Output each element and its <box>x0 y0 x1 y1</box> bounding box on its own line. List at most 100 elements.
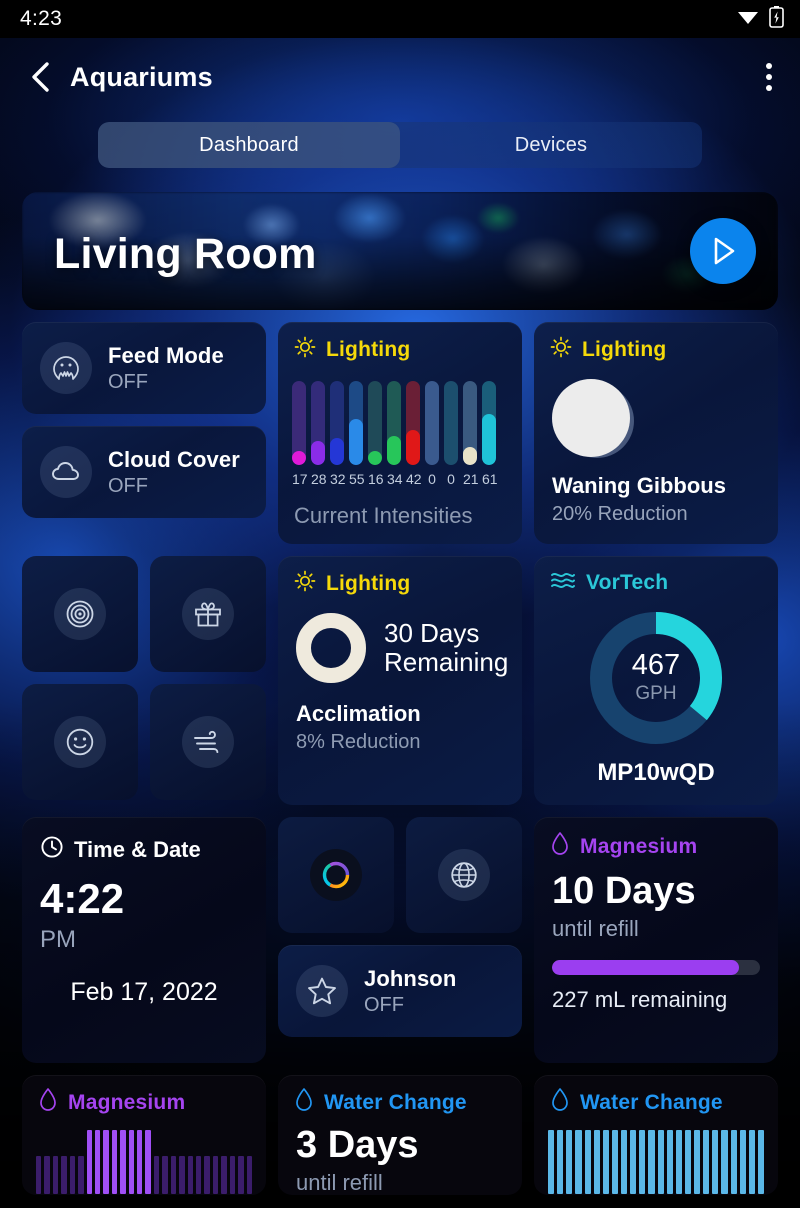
cloud-cover-card[interactable]: Cloud Cover OFF <box>22 426 266 518</box>
status-bar: 4:23 <box>0 0 800 38</box>
droplet-icon <box>294 1087 314 1118</box>
vortech-card[interactable]: VorTech 467 GPH MP10wQD <box>534 556 778 805</box>
acclimation-days-suffix: Remaining <box>384 647 509 677</box>
history-bar <box>170 1155 177 1194</box>
lighting-moon-card[interactable]: Lighting Waning Gibbous 20% Reduction <box>534 322 778 544</box>
aquarium-hero-card[interactable]: Living Room <box>22 192 778 310</box>
icon-tile-row-1 <box>22 556 266 672</box>
battery-charging-icon <box>769 5 784 33</box>
cloud-cover-title: Cloud Cover <box>108 446 240 472</box>
history-bar <box>630 1130 637 1194</box>
tab-dashboard[interactable]: Dashboard <box>98 122 400 168</box>
more-vertical-icon[interactable] <box>760 55 778 99</box>
acclimation-reduction: 8% Reduction <box>296 731 421 753</box>
johnson-title: Johnson <box>364 965 457 991</box>
history-bar <box>111 1130 118 1194</box>
lighting-acclimation-card[interactable]: Lighting 30 Days Remaining Acclimation 8… <box>278 556 522 805</box>
history-bar <box>179 1155 185 1194</box>
intensity-bar <box>368 381 382 465</box>
current-time: 4:22 <box>40 875 125 922</box>
history-bar <box>593 1130 600 1194</box>
lighting-moon-header: Lighting <box>582 337 667 361</box>
intensity-label: 0 <box>428 471 436 487</box>
intensity-bar <box>311 381 325 465</box>
magnesium-card[interactable]: Magnesium 10 Days until refill 227 mL re… <box>534 817 778 1063</box>
play-icon <box>714 237 735 265</box>
johnson-status: OFF <box>364 993 404 1016</box>
intensity-label: 17 <box>292 471 308 487</box>
intensity-bar <box>406 381 420 465</box>
mid-icon-tile-row <box>278 817 522 933</box>
history-bar <box>187 1155 194 1194</box>
feed-mode-card[interactable]: Feed Mode OFF <box>22 322 266 414</box>
waves-icon <box>550 570 576 595</box>
acclimation-days: 30 Days <box>384 617 480 648</box>
globe-tile[interactable] <box>406 817 522 933</box>
history-bar <box>675 1130 682 1194</box>
lighting-intensities-card[interactable]: Lighting 17 28 32 55 16 34 42 0 0 21 61 Current In… <box>278 322 522 544</box>
time-date-title: Time & Date <box>74 836 201 862</box>
cloud-icon <box>40 446 92 498</box>
status-bar-icons <box>736 5 784 33</box>
play-button[interactable] <box>690 218 756 284</box>
history-bar <box>52 1155 59 1194</box>
vortech-model: MP10wQD <box>597 759 715 786</box>
history-bar <box>739 1130 746 1194</box>
water-change-sub: until refill <box>296 1169 383 1195</box>
intensity-bar <box>387 381 401 465</box>
history-bar <box>212 1155 219 1194</box>
color-wheel-tile[interactable] <box>278 817 394 933</box>
lighting-intensities-footer: Current Intensities <box>294 503 473 528</box>
history-bar <box>86 1130 92 1194</box>
history-bar <box>229 1155 236 1194</box>
target-icon <box>54 588 106 640</box>
magnesium-history-chart <box>22 1118 266 1194</box>
intensity-label: 28 <box>311 471 327 487</box>
smiley-tile[interactable] <box>22 684 138 800</box>
history-bar <box>730 1130 737 1194</box>
smiley-icon <box>54 716 106 768</box>
target-tile[interactable] <box>22 556 138 672</box>
magnesium-sub: until refill <box>552 915 639 941</box>
water-change-right-card[interactable]: Water Change <box>534 1075 778 1195</box>
magnesium-progress-bar <box>552 959 760 975</box>
history-bar <box>657 1130 664 1194</box>
history-bar <box>757 1130 764 1194</box>
wind-tile[interactable] <box>150 684 266 800</box>
history-bar <box>566 1130 573 1194</box>
history-bar <box>721 1130 728 1194</box>
gift-tile[interactable] <box>150 556 266 672</box>
history-bar <box>103 1130 109 1194</box>
app-root: 4:23 Aquariums Dashboard Devices Living … <box>0 0 800 1208</box>
time-date-card[interactable]: Time & Date 4:22 PM Feb 17, 2022 <box>22 817 266 1063</box>
droplet-icon <box>550 831 570 862</box>
grid-col-left-1: Feed Mode OFF Cloud Cover OFF <box>22 322 266 544</box>
history-bar <box>666 1130 673 1194</box>
water-change-history-chart <box>534 1118 778 1194</box>
feed-mode-title: Feed Mode <box>108 342 224 368</box>
star-icon <box>296 965 348 1017</box>
johnson-card[interactable]: Johnson OFF <box>278 945 522 1037</box>
history-bar <box>145 1130 151 1194</box>
history-bar <box>246 1155 252 1194</box>
vortech-flow-value: 467 <box>631 649 681 681</box>
magnesium-strip-card[interactable]: Magnesium <box>22 1075 266 1195</box>
tab-devices[interactable]: Devices <box>400 122 702 168</box>
back-button[interactable] <box>26 60 56 94</box>
intensity-label: 34 <box>387 471 403 487</box>
intensity-label: 21 <box>463 471 479 487</box>
icon-tile-row-2 <box>22 684 266 800</box>
sun-icon <box>550 336 572 363</box>
intensity-bar <box>463 381 477 465</box>
intensity-label: 55 <box>349 471 365 487</box>
intensity-bar <box>292 381 306 465</box>
history-bar <box>36 1155 42 1194</box>
history-bar <box>204 1155 210 1194</box>
history-bar <box>61 1155 67 1194</box>
history-bar <box>238 1155 244 1194</box>
clock-icon <box>40 835 64 864</box>
wind-icon <box>182 716 234 768</box>
water-change-mid-card[interactable]: Water Change 3 Days until refill <box>278 1075 522 1195</box>
history-bar <box>575 1130 582 1194</box>
intensity-bar-chart <box>278 363 522 465</box>
